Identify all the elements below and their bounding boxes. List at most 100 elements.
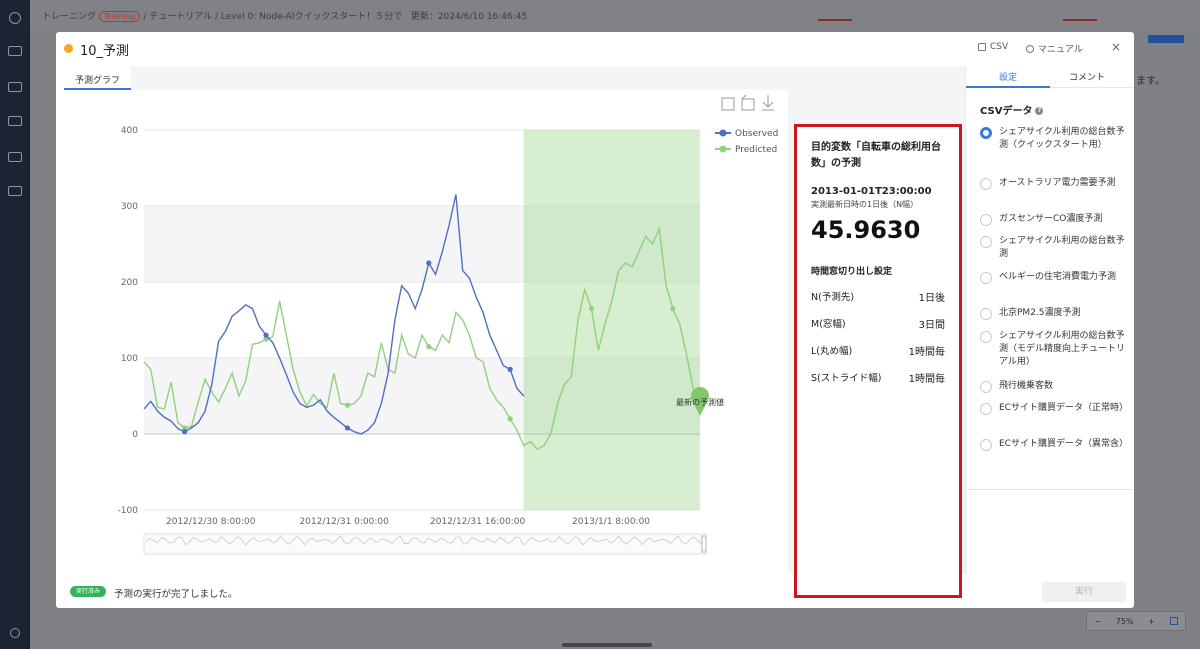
radio-icon[interactable] <box>980 403 992 415</box>
x-tick-label: 2012/12/30 8:00:00 <box>166 517 256 527</box>
y-tick-label: 400 <box>121 126 138 136</box>
modal-body: 予測グラフ -100 0 100 200 300 400 2012/12/30 8:00:0… <box>64 66 965 598</box>
run-button[interactable]: 実行 <box>1042 582 1126 602</box>
prediction-subtitle: 実測最新日時の1日後（N幅） <box>811 200 919 209</box>
param-label: S(ストライド幅) <box>811 373 882 384</box>
radio-icon[interactable] <box>980 236 992 248</box>
breadcrumb-rest[interactable]: / チュートリアル / Level 0: Node-AIクイックスタート！５分で <box>143 12 402 22</box>
database-icon[interactable] <box>8 82 22 92</box>
legend-label[interactable]: Predicted <box>735 145 777 155</box>
csv-data-heading: CSVデータ? <box>980 102 1044 117</box>
legend-dot <box>719 129 727 137</box>
y-tick-label: 0 <box>132 430 138 440</box>
radio-icon[interactable] <box>980 439 992 451</box>
csv-option-2[interactable]: ガスセンサーCO濃度予測 <box>980 213 1130 226</box>
option-label: ガスセンサーCO濃度予測 <box>999 214 1103 224</box>
csv-option-1[interactable]: オーストラリア電力需要予測 <box>980 177 1130 190</box>
help-icon[interactable] <box>10 628 20 638</box>
legend-dot <box>719 145 727 153</box>
range-slider[interactable] <box>143 533 707 555</box>
x-tick-label: 2012/12/31 16:00:00 <box>430 517 525 527</box>
latest-prediction-label: 最新の予測値 <box>676 397 724 407</box>
csv-option-5[interactable]: 北京PM2.5濃度予測 <box>980 307 1130 320</box>
option-label: オーストラリア電力需要予測 <box>999 178 1116 188</box>
csv-option-6[interactable]: シェアサイクル利用の総台数予測（モデル精度向上チュートリアル用） <box>980 330 1130 369</box>
forecast-region <box>523 130 700 510</box>
predicted-point <box>507 416 513 422</box>
executed-badge: 実行済み <box>70 586 107 597</box>
tab-bar: 予測グラフ <box>64 66 965 90</box>
param-value: 1時間毎 <box>908 347 945 358</box>
zoom-out-button[interactable]: − <box>1094 617 1101 626</box>
observed-point <box>426 260 432 266</box>
legend-label[interactable]: Observed <box>735 129 778 139</box>
horizontal-scrollbar[interactable] <box>562 643 652 647</box>
breadcrumb: トレーニング Training / チュートリアル / Level 0: Nod… <box>42 9 527 22</box>
radio-icon[interactable] <box>980 127 992 139</box>
predicted-point <box>344 402 351 408</box>
csv-download-link[interactable]: CSV <box>978 42 1008 52</box>
settings-panel: 設定 コメント CSVデータ? シェアサイクル利用の総台数予測（クイックスタート… <box>965 66 1134 574</box>
file-icon[interactable] <box>8 46 22 56</box>
tab-settings[interactable]: 設定 <box>999 70 1017 83</box>
download-icon <box>978 43 986 51</box>
param-label: M(窓幅) <box>811 319 846 330</box>
prediction-modal: 10_予測 CSV マニュアル × 予測グラフ -100 0 100 200 300 40… <box>56 32 1134 608</box>
option-label: シェアサイクル利用の総台数予測（クイックスタート用） <box>999 127 1125 150</box>
prediction-result-panel: 目的変数「自転車の総利用台数」の予測 2013-01-01T23:00:00 実… <box>794 124 962 598</box>
user-icon[interactable] <box>8 116 22 126</box>
active-tab-indicator <box>966 86 1050 88</box>
observed-point <box>344 425 351 431</box>
modal-header: 10_予測 CSV マニュアル × <box>56 32 1134 64</box>
flow-icon[interactable] <box>8 186 22 196</box>
csv-option-3[interactable]: シェアサイクル利用の総台数予測 <box>980 235 1130 261</box>
observed-point <box>182 429 188 435</box>
observed-point <box>263 332 269 338</box>
bg-action-button[interactable] <box>1148 35 1184 43</box>
csv-heading-label: CSVデータ <box>980 106 1033 117</box>
modal-title: 10_予測 <box>80 44 130 59</box>
home-icon[interactable] <box>9 12 21 24</box>
close-icon[interactable]: × <box>1111 40 1121 54</box>
radio-icon[interactable] <box>980 178 992 190</box>
param-row-s: S(ストライド幅) 1時間毎 <box>811 370 945 385</box>
window-settings-title: 時間窓切り出し設定 <box>811 267 893 277</box>
x-tick-label: 2012/12/31 0:00:00 <box>299 517 389 527</box>
manual-link[interactable]: マニュアル <box>1026 42 1083 55</box>
tab-comment[interactable]: コメント <box>1069 70 1105 83</box>
csv-option-0[interactable]: シェアサイクル利用の総台数予測（クイックスタート用） <box>980 126 1130 152</box>
predicted-point <box>588 306 595 312</box>
csv-option-7[interactable]: 飛行機乗客数 <box>980 380 1130 393</box>
csv-option-9[interactable]: ECサイト購買データ（異常含） <box>980 438 1130 451</box>
side-divider <box>966 489 1134 490</box>
slider-handle[interactable] <box>701 535 707 553</box>
restore-icon[interactable] <box>741 94 755 111</box>
option-label: ベルギーの住宅消費電力予測 <box>999 272 1117 282</box>
zoom-control: − 75% + <box>1086 611 1186 631</box>
help-icon[interactable]: ? <box>1035 107 1044 115</box>
csv-option-4[interactable]: ベルギーの住宅消費電力予測 <box>980 271 1130 284</box>
save-image-icon[interactable] <box>762 95 774 111</box>
radio-icon[interactable] <box>980 214 992 226</box>
chart-icon[interactable] <box>8 152 22 162</box>
option-label: ECサイト購買データ（異常含） <box>999 439 1128 449</box>
csv-option-8[interactable]: ECサイト購買データ（正常時） <box>980 402 1130 415</box>
radio-icon[interactable] <box>980 331 992 343</box>
breadcrumb-prefix[interactable]: トレーニング <box>42 12 96 22</box>
radio-icon[interactable] <box>980 272 992 284</box>
map-icon[interactable] <box>1169 617 1178 625</box>
csv-link-label: CSV <box>990 42 1009 52</box>
param-row-m: M(窓幅) 3日間 <box>811 316 945 331</box>
radio-icon[interactable] <box>980 381 992 393</box>
param-row-l: L(丸め幅) 1時間毎 <box>811 343 945 358</box>
predicted-point <box>670 306 676 312</box>
x-tick-label: 2013/1/1 8:00:00 <box>572 517 650 527</box>
tab-prediction-graph[interactable]: 予測グラフ <box>64 66 132 90</box>
manual-link-label: マニュアル <box>1038 45 1083 55</box>
prediction-timestamp: 2013-01-01T23:00:00 <box>811 186 932 197</box>
zoom-area-icon[interactable] <box>721 97 735 111</box>
zoom-in-button[interactable]: + <box>1148 617 1155 626</box>
radio-icon[interactable] <box>980 308 992 320</box>
zoom-level: 75% <box>1115 616 1134 626</box>
option-label: ECサイト購買データ（正常時） <box>999 403 1128 413</box>
